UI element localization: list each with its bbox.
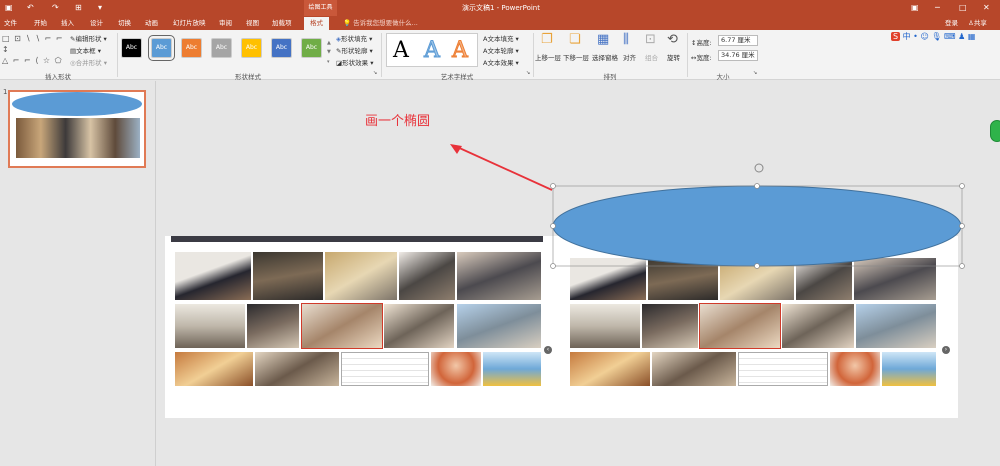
floating-assistant-icon[interactable] (990, 120, 1000, 142)
selected-ellipse[interactable] (552, 185, 962, 267)
overlay (450, 144, 965, 269)
rotate-handle-icon[interactable] (754, 163, 764, 173)
annotation-arrow (454, 145, 553, 191)
